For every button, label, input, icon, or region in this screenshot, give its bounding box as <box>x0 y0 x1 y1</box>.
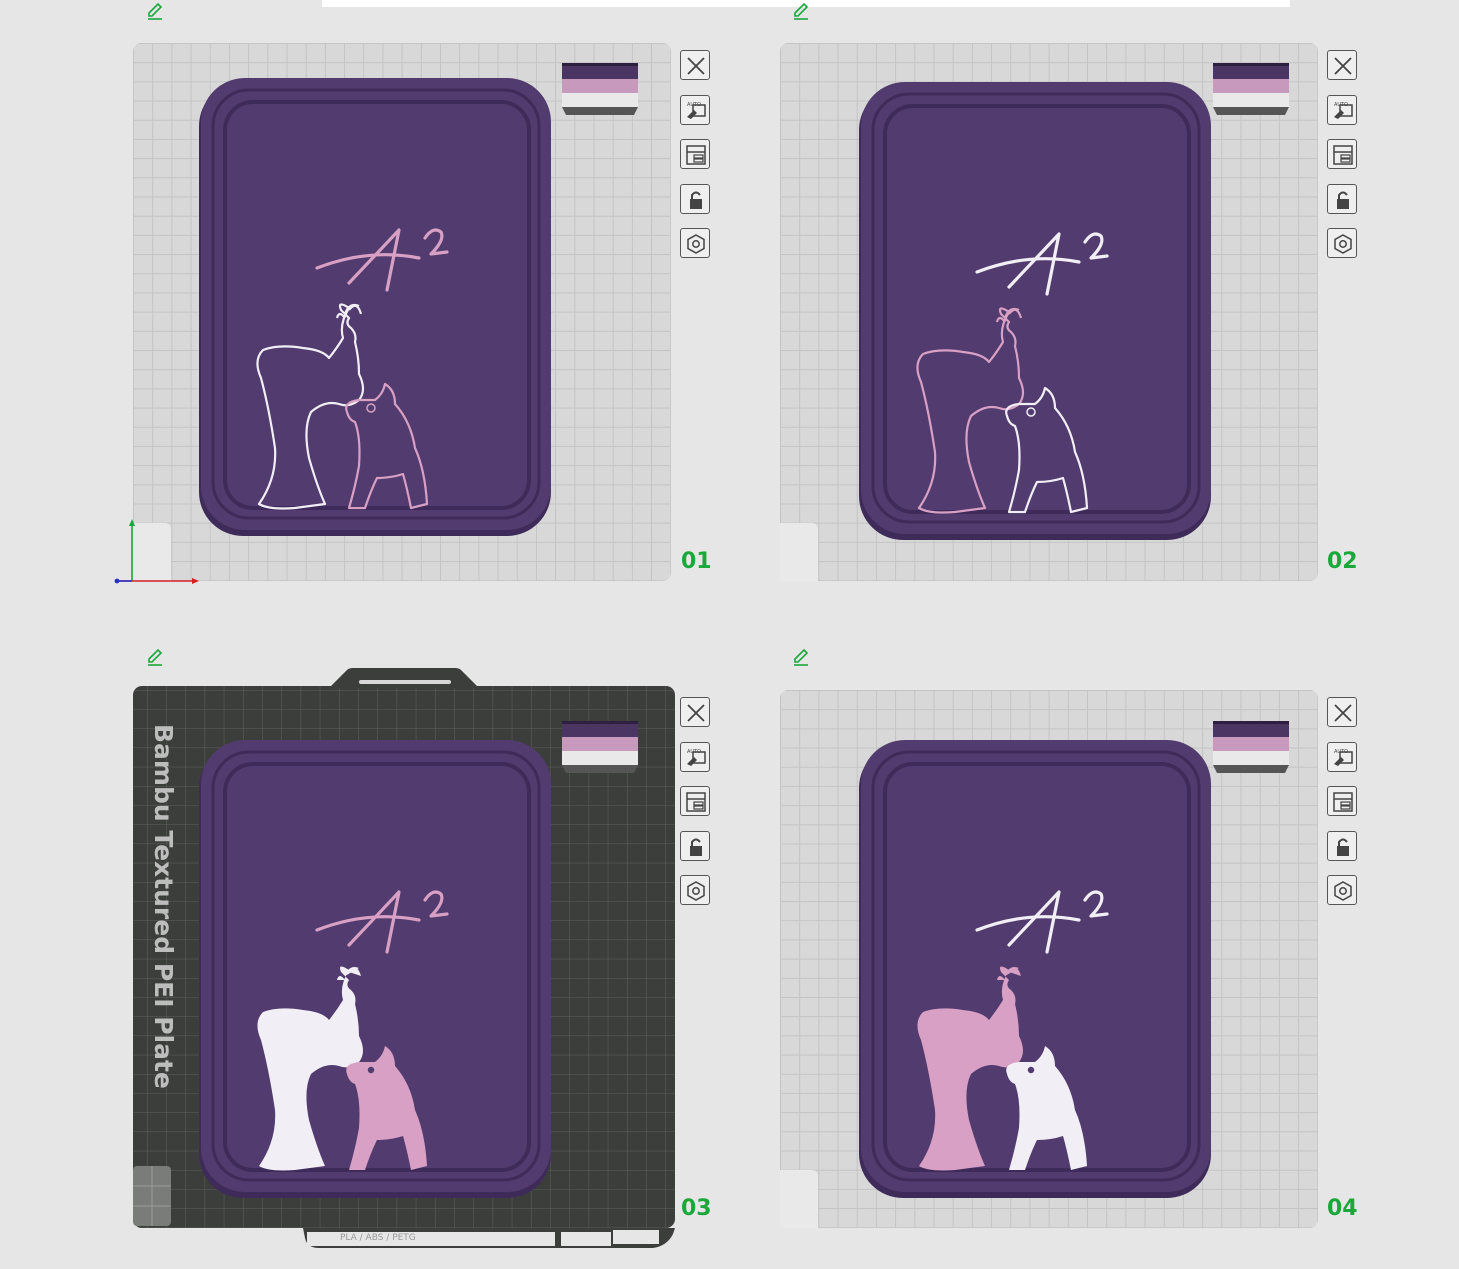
plate-material-label: PLA / ABS / PETG <box>340 1233 416 1243</box>
close-button[interactable] <box>1327 697 1357 727</box>
plate-number: 01 <box>681 549 712 574</box>
settings-icon <box>687 881 705 901</box>
auto-orient-icon: AUTO <box>687 102 706 119</box>
plate-settings-button[interactable] <box>1327 228 1357 258</box>
edit-plate-name-icon[interactable] <box>145 0 165 20</box>
tray-model[interactable] <box>859 82 1213 546</box>
lock-icon <box>1337 191 1349 209</box>
auto-orient-icon: AUTO <box>1334 749 1353 766</box>
plate-settings-button[interactable] <box>680 875 710 905</box>
plate-number: 03 <box>681 1196 712 1221</box>
close-icon <box>1334 704 1352 722</box>
tray-model[interactable] <box>859 740 1213 1204</box>
edit-plate-name-icon[interactable] <box>791 0 811 20</box>
close-icon <box>1334 57 1352 75</box>
plate-number: 04 <box>1327 1196 1358 1221</box>
settings-icon <box>1334 234 1352 254</box>
close-button[interactable] <box>680 50 710 80</box>
arrange-button[interactable] <box>680 786 710 816</box>
arrange-icon <box>686 145 706 165</box>
lock-icon <box>1337 838 1349 856</box>
auto-orient-button[interactable]: AUTO <box>1327 741 1357 772</box>
arrange-icon <box>1333 145 1353 165</box>
close-icon <box>687 704 705 722</box>
arrange-button[interactable] <box>1327 139 1357 169</box>
tray-model[interactable] <box>199 78 553 542</box>
lock-button[interactable] <box>1327 183 1357 214</box>
lock-button[interactable] <box>1327 830 1357 861</box>
close-button[interactable] <box>680 697 710 727</box>
arrange-button[interactable] <box>680 139 710 169</box>
plate-settings-button[interactable] <box>680 228 710 258</box>
tray-model[interactable] <box>199 740 553 1204</box>
filament-swatch <box>562 721 640 781</box>
axis-gizmo <box>114 519 199 584</box>
arrange-icon <box>1333 792 1353 812</box>
svg-text:AUTO: AUTO <box>687 102 701 108</box>
plate-type-label: Bambu Textured PEI Plate <box>149 724 178 1089</box>
plate-number: 02 <box>1327 549 1358 574</box>
auto-orient-button[interactable]: AUTO <box>1327 94 1357 125</box>
lock-icon <box>690 191 702 209</box>
svg-text:AUTO: AUTO <box>1334 749 1348 755</box>
lock-button[interactable] <box>680 183 710 214</box>
arrange-button[interactable] <box>1327 786 1357 816</box>
filament-swatch <box>1213 63 1291 123</box>
edit-plate-name-icon[interactable] <box>791 646 811 666</box>
auto-orient-icon: AUTO <box>687 749 706 766</box>
svg-text:AUTO: AUTO <box>687 749 701 755</box>
plate-settings-button[interactable] <box>1327 875 1357 905</box>
lock-button[interactable] <box>680 830 710 861</box>
auto-orient-button[interactable]: AUTO <box>680 741 710 772</box>
close-icon <box>687 57 705 75</box>
arrange-icon <box>686 792 706 812</box>
plate-handle <box>329 668 479 688</box>
filament-swatch <box>562 63 640 123</box>
edit-plate-name-icon[interactable] <box>145 646 165 666</box>
settings-icon <box>687 234 705 254</box>
lock-icon <box>690 838 702 856</box>
close-button[interactable] <box>1327 50 1357 80</box>
svg-text:AUTO: AUTO <box>1334 102 1348 108</box>
auto-orient-button[interactable]: AUTO <box>680 94 710 125</box>
auto-orient-icon: AUTO <box>1334 102 1353 119</box>
settings-icon <box>1334 881 1352 901</box>
filament-swatch <box>1213 721 1291 781</box>
